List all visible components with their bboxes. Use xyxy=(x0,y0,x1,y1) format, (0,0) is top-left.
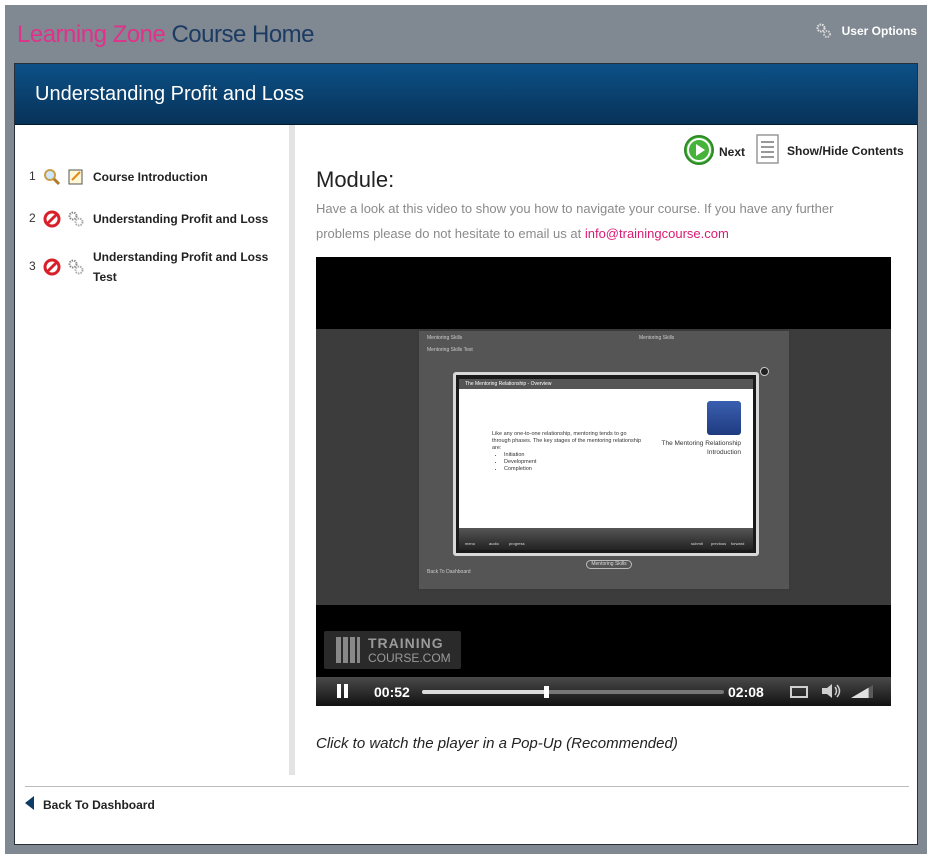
video-inner-toc-item: Mentoring Skills Test xyxy=(427,347,473,353)
contents-list-icon xyxy=(755,133,781,168)
video-modal-control: submit xyxy=(691,541,703,546)
video-modal-logo xyxy=(707,401,741,435)
toc-item-number: 3 xyxy=(29,259,36,273)
video-modal-close-icon xyxy=(760,367,769,376)
video-modal-paragraph: Like any one-to-one relationship, mentor… xyxy=(492,431,642,451)
page-frame: Learning Zone Course Home User Options U… xyxy=(5,5,927,854)
next-label: Next xyxy=(719,144,746,159)
brand-course-home: Course Home xyxy=(171,21,315,48)
play-arrow-icon xyxy=(683,134,715,169)
video-modal-list: Initiation Development Completion xyxy=(504,452,642,473)
video-modal: The Mentoring Relationship - Overview Li… xyxy=(453,372,759,556)
toc-item-understanding-profit-and-loss-test[interactable]: 3 Understanding Profit and Loss Test xyxy=(29,247,273,287)
video-modal-controls: menu audio progress submit previous forw… xyxy=(459,528,753,550)
contents-sidebar: 1 Course Introduction 2 Understanding Pr… xyxy=(15,125,295,775)
pause-icon[interactable] xyxy=(336,684,350,698)
video-inner-back: Back To Dashboard xyxy=(427,569,471,575)
no-entry-icon xyxy=(43,210,61,233)
video-controls: 00:52 02:08 xyxy=(316,677,891,706)
video-inner-toc-item: Mentoring Skills xyxy=(427,335,463,341)
toc-item-label: Understanding Profit and Loss Test xyxy=(93,250,269,284)
gears-icon xyxy=(67,210,85,233)
video-modal-bullet: Development xyxy=(504,459,642,466)
back-to-dashboard-label: Back To Dashboard xyxy=(43,797,155,812)
seek-handle[interactable] xyxy=(544,686,550,698)
module-description-text: Have a look at this video to show you ho… xyxy=(316,201,834,241)
magnifier-icon xyxy=(43,168,61,191)
video-modal-control: previous xyxy=(711,541,727,546)
gears-icon xyxy=(816,23,832,39)
video-watermark: TRAINING COURSE.COM xyxy=(324,631,461,669)
video-modal-side-sub: Introduction xyxy=(707,449,741,456)
brand-title: Learning Zone Course Home xyxy=(17,21,315,49)
toc-item-label: Understanding Profit and Loss xyxy=(93,212,269,226)
user-options-button[interactable]: User Options xyxy=(816,23,917,39)
toc-item-number: 1 xyxy=(29,169,36,183)
video-inner-title: Mentoring Skills xyxy=(639,335,675,341)
module-heading: Module: xyxy=(316,167,395,192)
volume-slider[interactable] xyxy=(851,685,873,703)
video-modal-side: The Mentoring Relationship Introduction xyxy=(662,439,742,457)
watermark-grid-icon xyxy=(336,637,360,663)
toc-item-label: Course Introduction xyxy=(93,170,208,184)
toc-item-understanding-profit-and-loss[interactable]: 2 Understanding Profit and Loss xyxy=(29,209,273,233)
back-to-dashboard-link[interactable]: Back To Dashboard xyxy=(25,796,155,813)
show-hide-contents-label: Show/Hide Contents xyxy=(787,143,904,158)
notepad-icon xyxy=(67,168,85,191)
footer-divider xyxy=(25,786,909,787)
video-player[interactable]: Mentoring Skills Mentoring Skills Test M… xyxy=(316,257,891,706)
video-modal-side-title: The Mentoring Relationship xyxy=(661,440,742,447)
fullscreen-icon[interactable] xyxy=(790,686,808,698)
video-modal-control: audio xyxy=(489,541,499,546)
video-modal-bullet: Completion xyxy=(504,466,642,473)
toc-item-course-introduction[interactable]: 1 Course Introduction xyxy=(29,167,273,191)
brand-learning-zone: Learning Zone xyxy=(17,21,166,48)
watermark-line1: TRAINING xyxy=(368,635,444,651)
video-modal-content: The Mentoring Relationship - Overview Li… xyxy=(459,379,753,549)
gears-icon xyxy=(67,258,85,281)
time-elapsed: 00:52 xyxy=(374,684,410,700)
speaker-icon[interactable] xyxy=(821,683,843,704)
no-entry-icon xyxy=(43,258,61,281)
video-stage-label: Mentoring Skills xyxy=(586,560,632,569)
video-modal-bullet: Initiation xyxy=(504,452,642,459)
next-button[interactable]: Next xyxy=(683,134,745,169)
video-modal-control: progress xyxy=(509,541,525,546)
watermark-line2: COURSE.COM xyxy=(368,651,451,665)
video-modal-title: The Mentoring Relationship - Overview xyxy=(459,379,753,389)
email-link[interactable]: info@trainingcourse.com xyxy=(585,226,729,241)
time-total: 02:08 xyxy=(728,684,764,700)
toc-item-number: 2 xyxy=(29,211,36,225)
video-modal-control: menu xyxy=(465,541,476,546)
seek-bar[interactable] xyxy=(422,686,724,698)
course-title-bar: Understanding Profit and Loss xyxy=(15,64,917,125)
user-options-label: User Options xyxy=(841,24,917,38)
course-panel: Understanding Profit and Loss 1 Course I… xyxy=(14,63,918,845)
course-title: Understanding Profit and Loss xyxy=(35,83,305,105)
video-modal-control: forward xyxy=(731,541,745,546)
module-description: Have a look at this video to show you ho… xyxy=(316,196,876,246)
video-modal-text: Like any one-to-one relationship, mentor… xyxy=(492,431,642,473)
back-arrow-icon xyxy=(25,796,35,813)
show-hide-contents-button[interactable]: Show/Hide Contents xyxy=(755,133,904,168)
seek-progress xyxy=(422,690,547,694)
popup-player-link[interactable]: Click to watch the player in a Pop-Up (R… xyxy=(316,735,678,752)
